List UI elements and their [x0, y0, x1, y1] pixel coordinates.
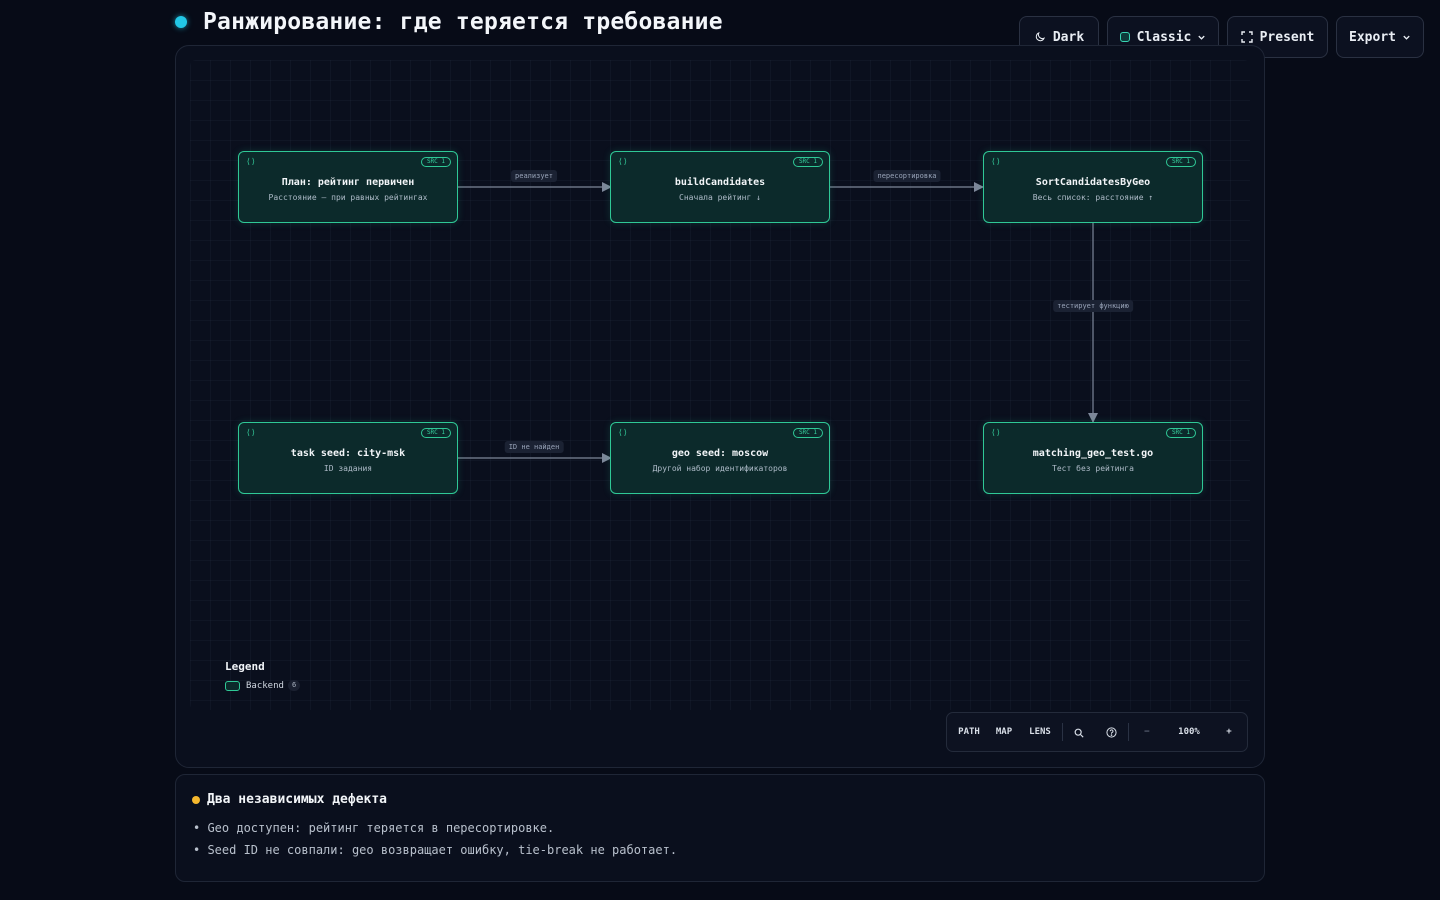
path-label: PATH	[958, 727, 980, 737]
lens-button[interactable]: LENS	[1024, 713, 1056, 751]
source-badge: SRC 1	[420, 428, 451, 438]
code-icon: ⟨⟩	[246, 157, 256, 166]
divider	[1062, 723, 1063, 741]
node-subtitle: Тест без рейтинга	[1052, 464, 1134, 473]
legend-item-backend[interactable]: Backend 6	[225, 680, 301, 691]
info-panel: Два независимых дефекта • Geo доступен: …	[175, 774, 1265, 882]
edge-label-sort-test: тестирует функцию	[1053, 300, 1133, 312]
help-button[interactable]	[1101, 713, 1121, 751]
chevron-down-icon	[1197, 33, 1206, 42]
node-subtitle: Сначала рейтинг ↓	[679, 193, 761, 202]
legend: Legend Backend 6	[225, 660, 301, 691]
node-title: buildCandidates	[674, 177, 766, 188]
info-line: • Seed ID не совпали: geo возвращает оши…	[193, 843, 678, 857]
lens-label: LENS	[1029, 727, 1051, 737]
zoom-level-value: 100%	[1178, 727, 1200, 737]
node-subtitle: ID задания	[323, 464, 373, 473]
node-title: task seed: city-msk	[290, 448, 406, 459]
legend-label: Backend	[246, 680, 284, 691]
page-header: Ранжирование: где теряется требование	[175, 6, 723, 38]
info-title: Два независимых дефекта	[207, 792, 388, 807]
theme-label: Classic	[1136, 29, 1192, 45]
canvas-controls: PATH MAP LENS − 100% +	[946, 712, 1248, 752]
help-icon	[1105, 723, 1117, 742]
page-title: Ранжирование: где теряется требование	[203, 9, 723, 35]
present-label: Present	[1259, 29, 1315, 45]
node-subtitle: Другой набор идентификаторов	[652, 464, 788, 473]
path-button[interactable]: PATH	[953, 713, 985, 751]
edge-label-task-geo: ID не найден	[504, 441, 564, 453]
zoom-in-label: +	[1226, 727, 1232, 737]
divider	[1128, 723, 1129, 741]
node-build-candidates[interactable]: ⟨⟩ SRC 1 buildCandidates Сначала рейтинг…	[610, 151, 830, 223]
zoom-out-button[interactable]: −	[1137, 713, 1157, 751]
moon-icon	[1034, 31, 1046, 43]
node-sort-candidates[interactable]: ⟨⟩ SRC 1 SortCandidatesByGeo Весь список…	[983, 151, 1203, 223]
node-title: План: рейтинг первичен	[281, 177, 415, 188]
source-badge: SRC 1	[420, 157, 451, 167]
zoom-out-label: −	[1144, 727, 1150, 737]
node-title: matching_geo_test.go	[1032, 448, 1154, 459]
node-matching-test[interactable]: ⟨⟩ SRC 1 matching_geo_test.go Тест без р…	[983, 422, 1203, 494]
warning-dot	[192, 795, 200, 804]
code-icon: ⟨⟩	[618, 157, 628, 166]
edge-label-plan-build: реализует	[511, 170, 557, 182]
node-subtitle: Весь список: расстояние ↑	[1032, 193, 1154, 202]
node-task-seed[interactable]: ⟨⟩ SRC 1 task seed: city-msk ID задания	[238, 422, 458, 494]
search-icon	[1074, 723, 1084, 742]
export-button[interactable]: Export	[1336, 16, 1424, 58]
node-plan[interactable]: ⟨⟩ SRC 1 План: рейтинг первичен Расстоян…	[238, 151, 458, 223]
theme-swatch-icon	[1119, 32, 1130, 42]
code-icon: ⟨⟩	[991, 428, 1001, 437]
map-label: MAP	[995, 727, 1013, 737]
zoom-level: 100%	[1167, 713, 1211, 751]
export-label: Export	[1349, 29, 1396, 45]
source-badge: SRC 1	[792, 157, 823, 167]
diagram-canvas[interactable]: реализует пересортировка тестирует функц…	[175, 45, 1265, 768]
map-button[interactable]: MAP	[989, 713, 1019, 751]
search-button[interactable]	[1069, 713, 1089, 751]
source-badge: SRC 1	[1165, 157, 1196, 167]
chevron-down-icon	[1402, 33, 1411, 42]
code-icon: ⟨⟩	[246, 428, 256, 437]
code-icon: ⟨⟩	[618, 428, 628, 437]
source-badge: SRC 1	[1165, 428, 1196, 438]
node-title: geo seed: moscow	[671, 448, 769, 459]
zoom-in-button[interactable]: +	[1219, 713, 1239, 751]
node-subtitle: Расстояние — при равных рейтингах	[268, 193, 428, 202]
fullscreen-icon	[1240, 31, 1253, 43]
source-badge: SRC 1	[792, 428, 823, 438]
edge-label-build-sort: пересортировка	[873, 170, 941, 182]
legend-title: Legend	[225, 660, 265, 673]
status-dot	[175, 16, 187, 28]
node-geo-seed[interactable]: ⟨⟩ SRC 1 geo seed: moscow Другой набор и…	[610, 422, 830, 494]
legend-swatch	[225, 680, 240, 691]
legend-count: 6	[287, 680, 301, 691]
info-header: Два независимых дефекта	[192, 792, 387, 807]
page: Ранжирование: где теряется требование Da…	[0, 0, 1440, 900]
node-title: SortCandidatesByGeo	[1035, 177, 1151, 188]
dark-mode-label: Dark	[1052, 29, 1085, 45]
code-icon: ⟨⟩	[991, 157, 1001, 166]
info-line: • Geo доступен: рейтинг теряется в перес…	[193, 821, 555, 835]
